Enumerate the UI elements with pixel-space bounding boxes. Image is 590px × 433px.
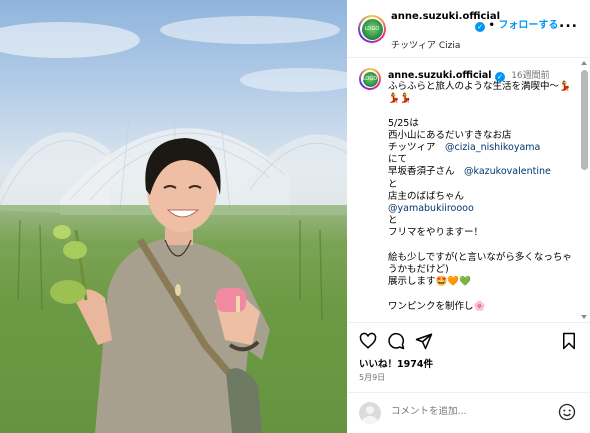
follow-separator: • xyxy=(488,20,495,31)
post-header: LOGO anne.suzuki.official ✓ • フォローする チッツ… xyxy=(347,0,590,58)
author-avatar[interactable]: LOGO xyxy=(358,15,386,43)
verified-icon: ✓ xyxy=(475,22,485,32)
caption-mention-link[interactable]: @kazukovalentine xyxy=(464,166,551,177)
caption-text: ふらふらと旅人のような生活を満喫中〜💃💃💃 5/25は 西小山にあるだいすきなお店チ… xyxy=(388,81,581,313)
caption-line: と xyxy=(388,215,581,227)
viewer-avatar xyxy=(359,402,381,424)
caption-line-text: 西小山にあるだいすきなお店 xyxy=(388,129,512,141)
caption-line: 絵も少しですが(と言いながら多くなっちゃうかもだけど) xyxy=(388,252,581,276)
caption-line: 西小山にあるだいすきなお店 xyxy=(388,130,581,142)
caption-line: 5/25は xyxy=(388,118,581,130)
comment-input[interactable] xyxy=(391,406,541,417)
caption-mention-link[interactable]: @cizia_nishikoyama xyxy=(445,142,540,153)
caption-line: ワンピンクを制作し🌸 xyxy=(388,301,581,313)
caption-scrollbar[interactable] xyxy=(581,70,588,170)
scroll-up-arrow[interactable] xyxy=(581,61,587,65)
caption-line xyxy=(388,105,581,117)
caption-line: と xyxy=(388,179,581,191)
post-side-panel: LOGO anne.suzuki.official ✓ • フォローする チッツ… xyxy=(347,0,590,433)
follow-button[interactable]: フォローする xyxy=(498,20,558,31)
like-count[interactable]: いいね！1974件 xyxy=(359,356,433,370)
caption-username[interactable]: anne.suzuki.official xyxy=(388,70,492,81)
caption-line: にて xyxy=(388,154,581,166)
share-icon[interactable] xyxy=(415,332,433,354)
caption-line-text: と xyxy=(388,215,398,227)
caption-scroll-area[interactable]: LOGO anne.suzuki.official ✓ 16週間前 ふらふらと旅… xyxy=(347,58,590,322)
caption-line: チッツィア @cizia_nishikoyama xyxy=(388,142,581,154)
caption-line-text: 早坂香須子さん xyxy=(388,166,465,178)
more-options-icon[interactable]: ... xyxy=(559,16,578,30)
heart-icon[interactable] xyxy=(359,332,377,354)
follow-group: ✓ • フォローする xyxy=(475,16,558,32)
comment-icon[interactable] xyxy=(387,332,405,354)
bookmark-icon[interactable] xyxy=(561,332,577,354)
caption-line-text: 店主のばばちゃん xyxy=(388,190,465,202)
caption-line: 早坂香須子さん @kazukovalentine xyxy=(388,166,581,178)
caption-author-avatar[interactable]: LOGO xyxy=(359,68,381,90)
post-actions: いいね！1974件 5月9日 xyxy=(347,322,590,392)
caption-line xyxy=(388,240,581,252)
caption-time: 16週間前 xyxy=(511,71,550,81)
caption-header: anne.suzuki.official ✓ 16週間前 xyxy=(388,68,550,82)
photo-illustration xyxy=(0,16,347,433)
caption-line: 展示します🤩🧡💚 xyxy=(388,276,581,288)
caption-line-text: チッツィア xyxy=(388,142,446,153)
caption-line-text: 5/25は xyxy=(388,117,419,129)
post-photo[interactable] xyxy=(0,0,347,433)
caption-avatar-logo-text: LOGO xyxy=(362,76,378,82)
caption-mention-link[interactable]: @yamabukiiroooo xyxy=(388,203,474,214)
avatar-logo-text: LOGO xyxy=(364,26,380,32)
caption-line-text: ふらふらと旅人のような生活を満喫中〜💃💃💃 xyxy=(388,81,571,105)
caption-line-text: と xyxy=(388,178,398,190)
caption-line-text: 絵も少しですが(と言いながら多くなっちゃうかもだけど) xyxy=(388,251,572,276)
caption-line-text: フリマをやりますー！ xyxy=(388,227,484,239)
caption-line: @yamabukiiroooo xyxy=(388,203,581,215)
caption-line-text: にて xyxy=(388,154,408,166)
caption-line: ふらふらと旅人のような生活を満喫中〜💃💃💃 xyxy=(388,81,581,105)
post-location[interactable]: チッツィア Cizia xyxy=(391,38,460,51)
post-date[interactable]: 5月9日 xyxy=(359,372,385,383)
caption-line-text: ワンピンクを制作し🌸 xyxy=(388,300,486,312)
caption-line-text: 展示します🤩🧡💚 xyxy=(388,276,471,288)
scroll-down-arrow[interactable] xyxy=(581,315,587,319)
caption-line: 店主のばばちゃん xyxy=(388,191,581,203)
caption-line: フリマをやりますー！ xyxy=(388,227,581,239)
emoji-icon[interactable] xyxy=(558,403,576,425)
caption-line xyxy=(388,288,581,300)
comment-bar xyxy=(347,392,590,433)
